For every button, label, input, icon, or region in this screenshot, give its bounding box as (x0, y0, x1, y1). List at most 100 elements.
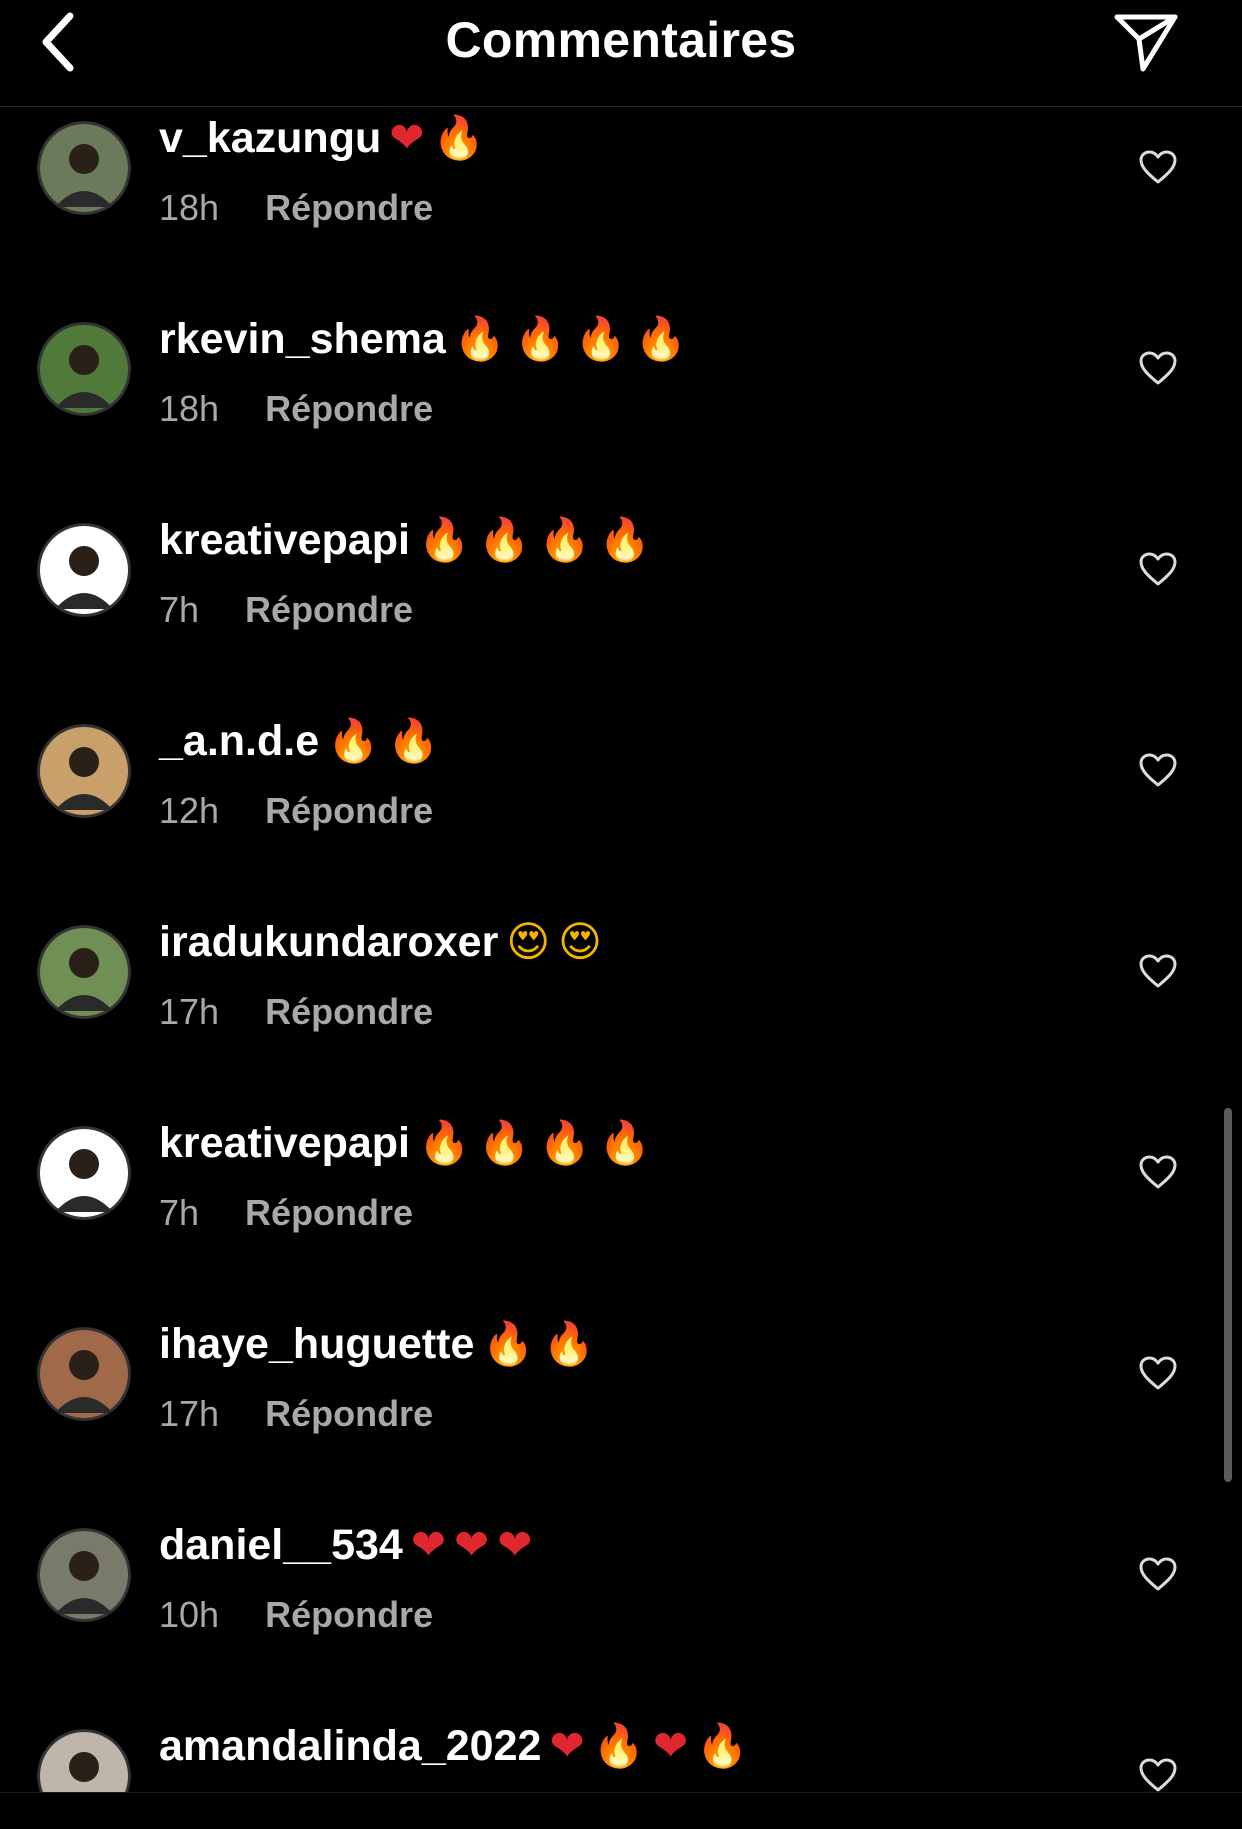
comment-text: daniel__534 ❤ ❤ ❤ (159, 1516, 532, 1574)
heart-emoji: ❤ (497, 1520, 533, 1569)
heart-emoji: ❤ (652, 1721, 689, 1770)
comment-row: v_kazungu ❤ 🔥 18h Répondre (0, 107, 1242, 308)
fire-emoji: 🔥 (696, 1721, 749, 1770)
comment-meta: 7h Répondre (159, 587, 413, 633)
comment-meta: 17h Répondre (159, 989, 433, 1035)
reply-button[interactable]: Répondre (265, 1594, 433, 1635)
username-link[interactable]: kreativepapi (159, 516, 410, 564)
timestamp: 18h (159, 388, 220, 429)
fire-emoji: 🔥 (482, 1319, 535, 1368)
avatar[interactable] (37, 724, 131, 818)
reply-button[interactable]: Répondre (265, 187, 433, 228)
fire-emoji: 🔥 (478, 1118, 531, 1167)
heart-outline-icon (1139, 1356, 1177, 1390)
like-button[interactable] (1136, 1150, 1180, 1194)
avatar[interactable] (37, 1729, 131, 1792)
reply-button[interactable]: Répondre (265, 790, 433, 831)
heart-outline-icon (1139, 1557, 1177, 1591)
heart-outline-icon (1139, 351, 1177, 385)
like-button[interactable] (1136, 346, 1180, 390)
comment-text: amandalinda_2022 ❤ 🔥 ❤ 🔥 (159, 1717, 748, 1775)
comment-meta: 18h Répondre (159, 386, 433, 432)
comment-text: kreativepapi 🔥 🔥 🔥 🔥 (159, 1114, 651, 1172)
heart-emoji: ❤ (454, 1520, 490, 1569)
comments-list[interactable]: v_kazungu ❤ 🔥 18h Répondre rkevin_shema 🔥 🔥 🔥 🔥 18… (0, 107, 1242, 1792)
bottom-bar (0, 1792, 1242, 1829)
heart-outline-icon (1139, 954, 1177, 988)
comment-meta: 17h Répondre (159, 1391, 433, 1437)
like-button[interactable] (1136, 1753, 1180, 1792)
username-link[interactable]: ihaye_huguette (159, 1320, 474, 1368)
comment-row: _a.n.d.e 🔥 🔥 12h Répondre (0, 710, 1242, 911)
fire-emoji: 🔥 (514, 314, 567, 363)
username-link[interactable]: amandalinda_2022 (159, 1722, 541, 1770)
avatar[interactable] (37, 1327, 131, 1421)
scrollbar[interactable] (1224, 1108, 1232, 1482)
heart-outline-icon (1139, 552, 1177, 586)
username-link[interactable]: kreativepapi (159, 1119, 410, 1167)
fire-emoji: 🔥 (327, 716, 380, 765)
header-bar: Commentaires (0, 0, 1242, 107)
comment-text: rkevin_shema 🔥 🔥 🔥 🔥 (159, 310, 687, 368)
fire-emoji: 🔥 (598, 1118, 652, 1167)
comment-row: kreativepapi 🔥 🔥 🔥 🔥 7h Répondre (0, 1112, 1242, 1313)
like-button[interactable] (1136, 1351, 1180, 1395)
username-link[interactable]: _a.n.d.e (159, 717, 319, 765)
timestamp: 17h (159, 991, 220, 1032)
page-title: Commentaires (445, 12, 797, 68)
heart-outline-icon (1139, 1758, 1177, 1792)
fire-emoji: 🔥 (634, 314, 688, 363)
avatar[interactable] (37, 121, 131, 215)
reply-button[interactable]: Répondre (245, 589, 413, 630)
fire-emoji: 🔥 (538, 1118, 591, 1167)
heart-emoji: ❤ (389, 113, 425, 162)
love-emoji: 😍 (558, 917, 602, 966)
comment-row: iradukundaroxer 😍 😍 17h Répondre (0, 911, 1242, 1112)
comment-row: kreativepapi 🔥 🔥 🔥 🔥 7h Répondre (0, 509, 1242, 710)
timestamp: 18h (159, 187, 220, 228)
avatar[interactable] (37, 925, 131, 1019)
comment-row: amandalinda_2022 ❤ 🔥 ❤ 🔥 (0, 1715, 1242, 1792)
share-button[interactable] (1108, 4, 1184, 80)
like-button[interactable] (1136, 145, 1180, 189)
comment-text: iradukundaroxer 😍 😍 (159, 913, 602, 971)
comment-meta: 7h Répondre (159, 1190, 413, 1236)
timestamp: 7h (159, 589, 200, 630)
timestamp: 12h (159, 790, 220, 831)
like-button[interactable] (1136, 748, 1180, 792)
timestamp: 17h (159, 1393, 220, 1434)
username-link[interactable]: rkevin_shema (159, 315, 446, 363)
avatar[interactable] (37, 1126, 131, 1220)
timestamp: 7h (159, 1192, 200, 1233)
fire-emoji: 🔥 (432, 113, 485, 162)
heart-emoji: ❤ (410, 1520, 447, 1569)
fire-emoji: 🔥 (417, 515, 471, 564)
username-link[interactable]: daniel__534 (159, 1521, 403, 1569)
avatar[interactable] (37, 322, 131, 416)
comment-text: kreativepapi 🔥 🔥 🔥 🔥 (159, 511, 651, 569)
like-button[interactable] (1136, 547, 1180, 591)
comment-text: v_kazungu ❤ 🔥 (159, 109, 485, 167)
username-link[interactable]: iradukundaroxer (159, 918, 498, 966)
fire-emoji: 🔥 (478, 515, 531, 564)
timestamp: 10h (159, 1594, 220, 1635)
comment-text: ihaye_huguette 🔥 🔥 (159, 1315, 595, 1373)
heart-outline-icon (1139, 150, 1177, 184)
comment-row: rkevin_shema 🔥 🔥 🔥 🔥 18h Répondre (0, 308, 1242, 509)
username-link[interactable]: v_kazungu (159, 114, 381, 162)
fire-emoji: 🔥 (538, 515, 591, 564)
reply-button[interactable]: Répondre (265, 991, 433, 1032)
fire-emoji: 🔥 (542, 1319, 595, 1368)
reply-button[interactable]: Répondre (265, 388, 433, 429)
like-button[interactable] (1136, 1552, 1180, 1596)
avatar[interactable] (37, 1528, 131, 1622)
reply-button[interactable]: Répondre (245, 1192, 413, 1233)
avatar[interactable] (37, 523, 131, 617)
like-button[interactable] (1136, 949, 1180, 993)
fire-emoji: 🔥 (453, 314, 507, 363)
fire-emoji: 🔥 (387, 716, 440, 765)
fire-emoji: 🔥 (592, 1721, 645, 1770)
comment-row: daniel__534 ❤ ❤ ❤ 10h Répondre (0, 1514, 1242, 1715)
comment-text: _a.n.d.e 🔥 🔥 (159, 712, 440, 770)
reply-button[interactable]: Répondre (265, 1393, 433, 1434)
